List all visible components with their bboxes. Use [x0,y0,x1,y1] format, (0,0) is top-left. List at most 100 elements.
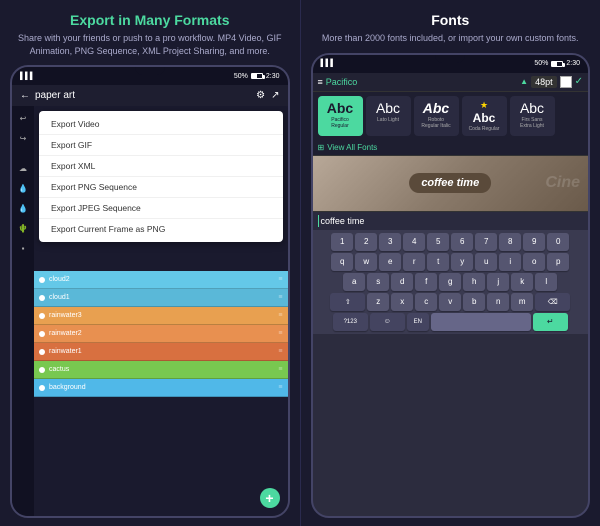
font-sample-firs[interactable]: Abc Firs SansExtra Light [510,96,555,136]
key-5[interactable]: 5 [427,233,449,251]
key-s[interactable]: s [367,273,389,291]
font-samples-row: Abc PacificoRegular Abc Lato Light Abc R… [313,92,589,140]
font-name-firs: Firs SansExtra Light [520,117,544,129]
key-f[interactable]: f [415,273,437,291]
left-panel-desc: Share with your friends or push to a pro… [10,32,290,57]
key-3[interactable]: 3 [379,233,401,251]
font-sample-pacifico[interactable]: Abc PacificoRegular [318,96,363,136]
key-x[interactable]: x [391,293,413,311]
key-h[interactable]: h [463,273,485,291]
layer-name: cloud1 [49,294,70,301]
key-z[interactable]: z [367,293,389,311]
menu-icon[interactable]: ≡ [318,77,323,87]
key-w[interactable]: w [355,253,377,271]
key-l[interactable]: l [535,273,557,291]
font-color-picker[interactable] [560,76,572,88]
key-m[interactable]: m [511,293,533,311]
key-emoji[interactable]: ☺ [370,313,405,331]
export-current-frame-item[interactable]: Export Current Frame as PNG [39,219,283,239]
key-c[interactable]: c [415,293,437,311]
settings-icon[interactable]: ⚙ [256,90,265,101]
layer-background[interactable]: background ≡ [34,379,288,397]
left-phone-content: ↩ ↪ ☁ 💧 💧 🌵 ▪ Export Video Export GIF Ex… [12,106,288,516]
key-shift[interactable]: ⇧ [330,293,365,311]
key-t[interactable]: t [427,253,449,271]
add-layer-fab[interactable]: + [260,488,280,508]
font-sample-coda[interactable]: ★ Abc Coda Regular [462,96,507,136]
text-input-bar[interactable]: coffee time [313,211,589,230]
view-all-fonts-bar[interactable]: ⊞ View All Fonts [313,140,589,156]
font-sample-lato[interactable]: Abc Lato Light [366,96,411,136]
key-2[interactable]: 2 [355,233,377,251]
key-7[interactable]: 7 [475,233,497,251]
layer-dot [39,349,45,355]
export-dropdown: Export Video Export GIF Export XML Expor… [39,111,283,242]
left-app-header: ← paper art ⚙ ↗ [12,85,288,106]
layer-cactus[interactable]: cactus ≡ [34,361,288,379]
key-i[interactable]: i [499,253,521,271]
share-icon[interactable]: ↗ [271,90,279,101]
key-9[interactable]: 9 [523,233,545,251]
key-6[interactable]: 6 [451,233,473,251]
key-k[interactable]: k [511,273,533,291]
export-gif-item[interactable]: Export GIF [39,135,283,156]
export-xml-item[interactable]: Export XML [39,156,283,177]
key-1[interactable]: 1 [331,233,353,251]
key-lang[interactable]: EN [407,313,429,331]
left-phone: ▌▌▌ 50% 2:30 ← paper art ⚙ ↗ ↩ ↪ [10,65,290,518]
key-y[interactable]: y [451,253,473,271]
key-a[interactable]: a [343,273,365,291]
key-e[interactable]: e [379,253,401,271]
drag-icon: ≡ [278,330,282,337]
left-panel: Export in Many Formats Share with your f… [0,0,301,526]
font-toolbar: ≡ Pacifico ▲ 48pt ✓ [313,73,589,92]
key-backspace[interactable]: ⌫ [535,293,570,311]
drop2-icon[interactable]: 💧 [16,201,30,215]
key-j[interactable]: j [487,273,509,291]
key-u[interactable]: u [475,253,497,271]
confirm-button[interactable]: ✓ [575,76,583,87]
drag-icon: ≡ [278,348,282,355]
export-video-item[interactable]: Export Video [39,114,283,135]
key-d[interactable]: d [391,273,413,291]
left-header-left: ← paper art [20,90,75,101]
key-v[interactable]: v [439,293,461,311]
font-sample-roboto[interactable]: Abc RobotoRegular Italic [414,96,459,136]
font-size-label[interactable]: 48pt [531,76,557,88]
text-input-value[interactable]: coffee time [321,216,365,226]
key-8[interactable]: 8 [499,233,521,251]
key-enter[interactable]: ↵ [533,313,568,331]
key-o[interactable]: o [523,253,545,271]
key-b[interactable]: b [463,293,485,311]
export-jpeg-seq-item[interactable]: Export JPEG Sequence [39,198,283,219]
expand-icon[interactable]: ▲ [520,77,528,86]
font-name-label[interactable]: Pacifico [326,77,517,87]
undo-icon[interactable]: ↩ [16,111,30,125]
layer-rainwater1[interactable]: rainwater1 ≡ [34,343,288,361]
square-icon[interactable]: ▪ [16,241,30,255]
key-0[interactable]: 0 [547,233,569,251]
key-4[interactable]: 4 [403,233,425,251]
layer-cloud2[interactable]: cloud2 ≡ [34,271,288,289]
font-name-lato: Lato Light [377,117,399,123]
key-r[interactable]: r [403,253,425,271]
redo-icon[interactable]: ↪ [16,131,30,145]
back-icon[interactable]: ← [20,90,30,101]
plant-icon[interactable]: 🌵 [16,221,30,235]
font-abc-firs: Abc [520,100,544,116]
key-g[interactable]: g [439,273,461,291]
layer-rainwater2[interactable]: rainwater2 ≡ [34,325,288,343]
font-abc-roboto: Abc [423,100,449,116]
key-n[interactable]: n [487,293,509,311]
drop-icon[interactable]: 💧 [16,181,30,195]
layer-rainwater3[interactable]: rainwater3 ≡ [34,307,288,325]
key-space[interactable] [431,313,531,331]
layer-name: rainwater3 [49,312,82,319]
key-symbols[interactable]: ?123 [333,313,368,331]
key-p[interactable]: p [547,253,569,271]
export-png-seq-item[interactable]: Export PNG Sequence [39,177,283,198]
layer-dot [39,295,45,301]
key-q[interactable]: q [331,253,353,271]
cloud-icon[interactable]: ☁ [16,161,30,175]
layer-cloud1[interactable]: cloud1 ≡ [34,289,288,307]
